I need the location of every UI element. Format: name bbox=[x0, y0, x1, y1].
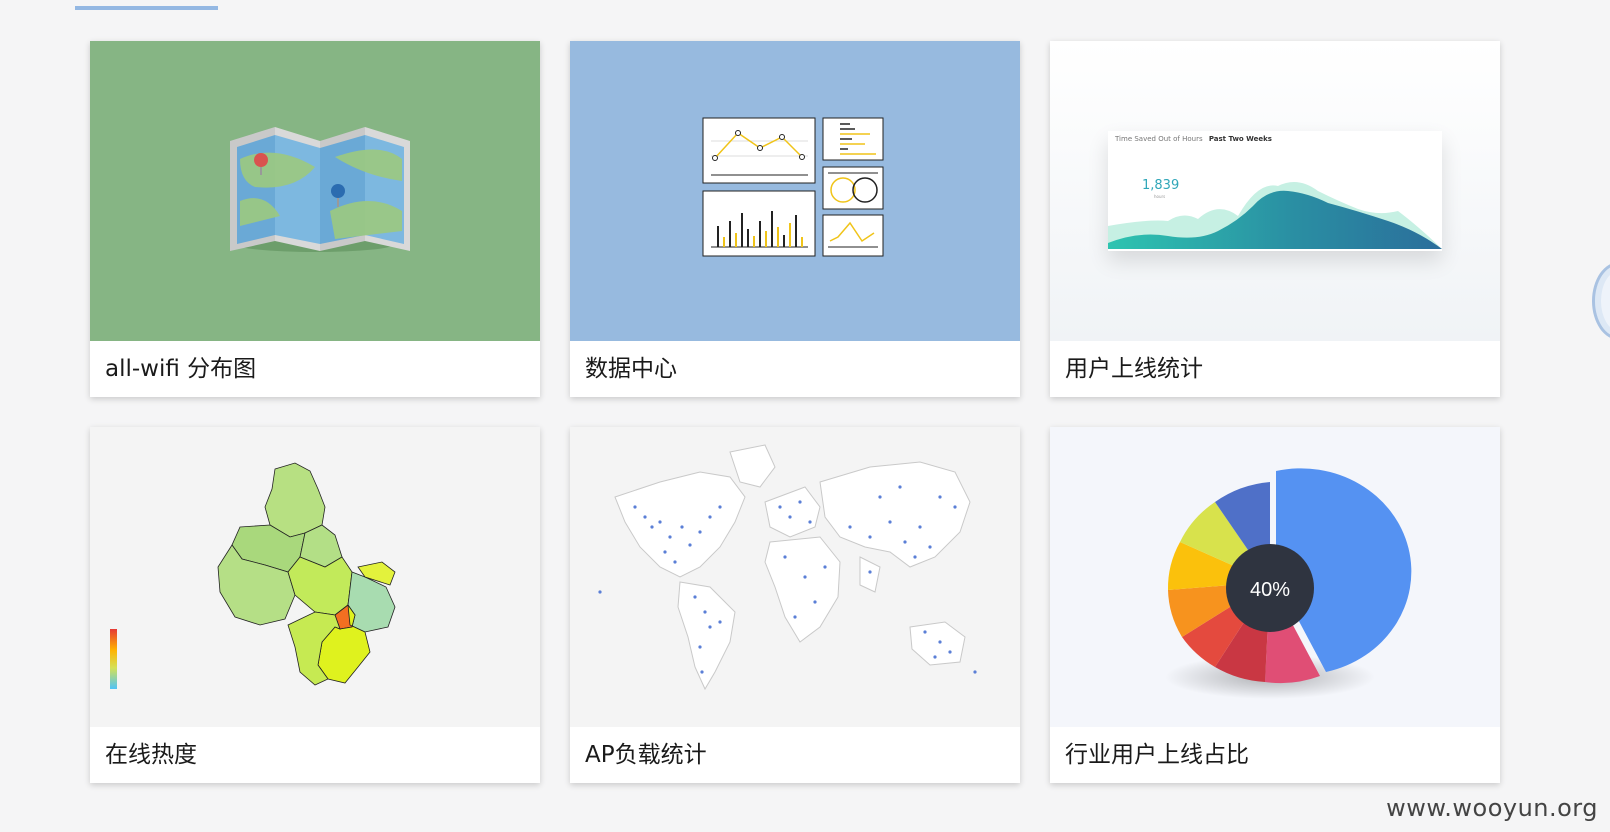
card-ap-load-stats[interactable]: AP负载统计 bbox=[570, 427, 1020, 783]
card-title: all-wifi 分布图 bbox=[105, 356, 257, 382]
card-title: 用户上线统计 bbox=[1065, 356, 1203, 382]
card-title: 行业用户上线占比 bbox=[1065, 742, 1249, 768]
world-map-thumbnail bbox=[598, 444, 977, 691]
folded-map-icon bbox=[230, 127, 410, 252]
card-thumbnail bbox=[570, 41, 1020, 341]
watermark-text: www.wooyun.org bbox=[1386, 794, 1598, 822]
card-title: 数据中心 bbox=[585, 356, 677, 382]
card-online-heat[interactable]: 在线热度 bbox=[90, 427, 540, 783]
card-thumbnail bbox=[90, 427, 540, 727]
donut-chart-thumbnail: 40% bbox=[1165, 468, 1412, 699]
card-industry-share[interactable]: 40% 行业用户上线占比 bbox=[1050, 427, 1500, 783]
choropleth-map-thumbnail bbox=[110, 462, 396, 689]
card-all-wifi-map[interactable]: all-wifi 分布图 bbox=[90, 41, 540, 397]
donut-center-label: 40% bbox=[1250, 579, 1290, 601]
active-tab-indicator bbox=[75, 6, 218, 10]
card-thumbnail bbox=[570, 427, 1020, 727]
dashboard-charts-icon bbox=[702, 117, 884, 257]
card-user-online-stats[interactable]: Time Saved Out of Hours Past Two Weeks 1… bbox=[1050, 41, 1500, 397]
card-thumbnail bbox=[90, 41, 540, 341]
area-chart-thumbnail: Time Saved Out of Hours Past Two Weeks 1… bbox=[1108, 131, 1442, 251]
card-thumbnail: 40% bbox=[1050, 427, 1500, 727]
card-thumbnail: Time Saved Out of Hours Past Two Weeks 1… bbox=[1050, 41, 1500, 341]
side-float-button[interactable] bbox=[1592, 262, 1610, 340]
card-title: 在线热度 bbox=[105, 742, 197, 768]
card-title: AP负载统计 bbox=[585, 742, 707, 768]
card-data-center[interactable]: 数据中心 bbox=[570, 41, 1020, 397]
